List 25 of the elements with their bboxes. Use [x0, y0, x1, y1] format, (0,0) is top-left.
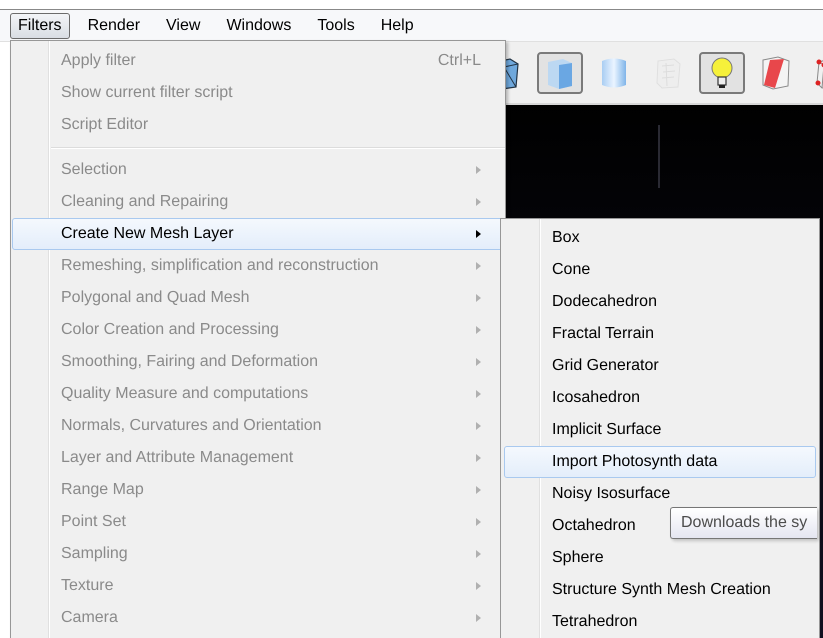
toolbar-button[interactable]: [699, 52, 745, 94]
submenu-item[interactable]: Sphere: [504, 542, 816, 574]
menu-bar-item[interactable]: Windows: [218, 12, 300, 38]
tooltip: Downloads the sy: [670, 507, 818, 539]
menu-bar-item[interactable]: Help: [372, 12, 422, 38]
submenu-item[interactable]: Noisy Isosurface: [504, 478, 816, 510]
submenu-item[interactable]: Fractal Terrain: [504, 318, 816, 350]
submenu-item[interactable]: Icosahedron: [504, 382, 816, 414]
submenu-item[interactable]: Tetrahedron: [504, 606, 816, 638]
menu-bar-item[interactable]: Tools: [309, 12, 363, 38]
cylinder-icon: [600, 56, 628, 90]
menu-bar-item[interactable]: View: [158, 12, 208, 38]
submenu-item[interactable]: Dodecahedron: [504, 286, 816, 318]
menu-bar-item[interactable]: Render: [80, 12, 148, 38]
bulb-icon: [709, 56, 735, 90]
shortcut-label: Ctrl+L: [438, 52, 481, 70]
guide-line: [658, 125, 660, 188]
submenu-item[interactable]: Structure Synth Mesh Creation: [504, 574, 816, 606]
submenu-item[interactable]: Import Photosynth data: [504, 446, 816, 478]
submenu-item[interactable]: Implicit Surface: [504, 414, 816, 446]
shaded-box-icon: [760, 54, 792, 90]
submenu-item[interactable]: Cone: [504, 254, 816, 286]
menu-bar-item[interactable]: Filters: [10, 12, 70, 38]
submenu-item[interactable]: Grid Generator: [504, 350, 816, 382]
submenu-item[interactable]: Box: [504, 222, 816, 254]
